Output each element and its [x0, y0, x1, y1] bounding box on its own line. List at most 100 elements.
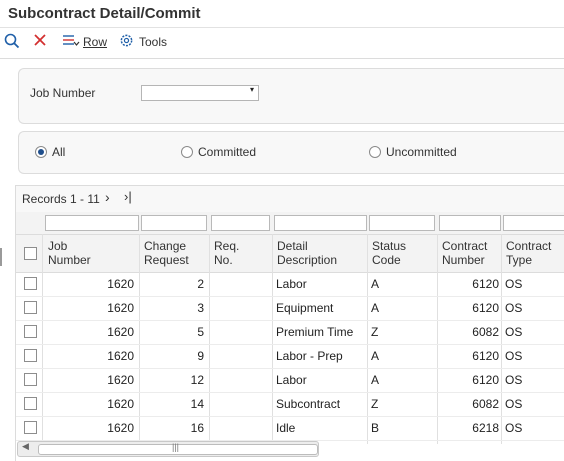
table-row[interactable]: 1620 5 Premium Time Z 6082 OS [16, 320, 564, 345]
col-detail-description[interactable]: Detail Description [277, 239, 337, 267]
cell-status-code: Z [371, 397, 379, 411]
cell-detail-description: Labor - Prep [276, 349, 343, 363]
toolbar-divider [0, 58, 564, 59]
cell-change-request: 16 [190, 421, 204, 435]
cell-contract-number: 6120 [472, 373, 499, 387]
row-menu-button[interactable]: Row [62, 33, 107, 50]
cell-job-number: 1620 [107, 301, 134, 315]
radio-all[interactable]: All [35, 145, 65, 159]
filter-contract-number[interactable] [439, 215, 501, 231]
cell-detail-description: Labor [276, 373, 307, 387]
thumb-grip-icon: ||| [172, 442, 180, 452]
radio-committed-label: Committed [198, 145, 257, 159]
cell-contract-type: OS [505, 397, 523, 411]
row-checkbox[interactable] [24, 325, 37, 338]
search-icon[interactable] [4, 33, 20, 49]
filter-change-request[interactable] [141, 215, 207, 231]
cell-detail-description: Premium Time [276, 325, 354, 339]
table-row[interactable]: 1620 16 Idle B 6218 OS [16, 416, 564, 441]
filter-job-number[interactable] [45, 215, 139, 231]
row-checkbox[interactable] [24, 277, 37, 290]
cell-change-request: 5 [197, 325, 204, 339]
col-status-code[interactable]: Status Code [372, 239, 406, 267]
cell-status-code: A [371, 373, 380, 387]
cell-detail-description: Equipment [276, 301, 334, 315]
row-checkbox[interactable] [24, 301, 37, 314]
col-contract-type[interactable]: Contract Type [506, 239, 551, 267]
tools-menu-button[interactable]: Tools [119, 33, 167, 51]
page-title: Subcontract Detail/Commit [8, 5, 201, 22]
col-job-number[interactable]: Job Number [48, 239, 91, 267]
row-checkbox[interactable] [24, 421, 37, 434]
cell-change-request: 12 [190, 373, 204, 387]
col-change-request[interactable]: Change Request [144, 239, 189, 267]
row-icon [62, 33, 80, 50]
data-grid: Records 1 - 11 › ›| Job Number Change Requ… [15, 185, 564, 461]
records-bar: Records 1 - 11 › ›| [16, 186, 564, 212]
next-page-icon[interactable]: › [105, 189, 110, 205]
cell-contract-number: 6082 [472, 325, 499, 339]
row-checkbox[interactable] [24, 349, 37, 362]
scroll-left-icon[interactable]: ◀ [22, 441, 29, 452]
table-row[interactable]: 1620 12 Labor A 6120 OS [16, 368, 564, 393]
radio-uncommitted[interactable]: Uncommitted [369, 145, 457, 159]
records-count: Records 1 - 11 [22, 192, 100, 206]
col-contract-number[interactable]: Contract Number [442, 239, 487, 267]
grid-header: Job Number Change Request Req. No. Detail De… [16, 234, 564, 273]
cell-change-request: 2 [197, 277, 204, 291]
cell-detail-description: Subcontract [276, 397, 341, 411]
radio-uncommitted-indicator [369, 146, 381, 158]
toolbar: Row Tools [0, 30, 564, 52]
radio-all-indicator [35, 146, 47, 158]
cell-contract-number: 6082 [472, 397, 499, 411]
cell-contract-type: OS [505, 373, 523, 387]
cell-contract-type: OS [505, 277, 523, 291]
filter-detail-description[interactable] [274, 215, 367, 231]
cell-job-number: 1620 [107, 349, 134, 363]
cell-status-code: A [371, 277, 380, 291]
table-row[interactable]: 1620 3 Equipment A 6120 OS [16, 296, 564, 321]
cell-contract-type: OS [505, 301, 523, 315]
job-number-label: Job Number [30, 86, 96, 100]
select-all-checkbox[interactable] [24, 247, 37, 260]
radio-uncommitted-label: Uncommitted [386, 145, 457, 159]
cell-detail-description: Labor [276, 277, 307, 291]
filter-panel: All Committed Uncommitted [18, 131, 564, 174]
cell-contract-number: 6120 [472, 277, 499, 291]
dropdown-arrow-icon: ▾ [249, 85, 254, 94]
cell-contract-type: OS [505, 325, 523, 339]
filter-contract-type[interactable] [503, 215, 564, 231]
tools-menu-label: Tools [139, 35, 168, 49]
horizontal-scrollbar[interactable]: ◀ ||| [17, 441, 319, 457]
table-row[interactable]: 1620 9 Labor - Prep A 6120 OS [16, 344, 564, 369]
filter-req-no[interactable] [211, 215, 270, 231]
cell-job-number: 1620 [107, 373, 134, 387]
scrollbar-thumb[interactable]: ||| [38, 442, 318, 455]
row-menu-label: Row [83, 34, 108, 49]
close-icon[interactable] [33, 33, 47, 47]
row-checkbox[interactable] [24, 397, 37, 410]
filter-status-code[interactable] [369, 215, 435, 231]
table-row[interactable]: 1620 2 Labor A 6120 OS [16, 272, 564, 297]
cell-status-code: A [371, 349, 380, 363]
last-page-icon[interactable]: ›| [124, 189, 132, 204]
cell-status-code: B [371, 421, 380, 435]
radio-committed[interactable]: Committed [181, 145, 256, 159]
cell-change-request: 9 [197, 349, 204, 363]
cell-contract-number: 6218 [472, 421, 499, 435]
cell-detail-description: Idle [276, 421, 296, 435]
cell-job-number: 1620 [107, 277, 134, 291]
filter-row [16, 212, 564, 234]
col-req-no[interactable]: Req. No. [214, 239, 239, 267]
cell-contract-number: 6120 [472, 349, 499, 363]
cell-status-code: Z [371, 325, 379, 339]
gear-icon [119, 33, 134, 51]
table-row[interactable]: 1620 14 Subcontract Z 6082 OS [16, 392, 564, 417]
job-number-select[interactable]: ▾ [141, 85, 259, 101]
cell-job-number: 1620 [107, 421, 134, 435]
cell-contract-type: OS [505, 421, 523, 435]
cell-job-number: 1620 [107, 397, 134, 411]
cell-contract-number: 6120 [472, 301, 499, 315]
radio-committed-indicator [181, 146, 193, 158]
row-checkbox[interactable] [24, 373, 37, 386]
